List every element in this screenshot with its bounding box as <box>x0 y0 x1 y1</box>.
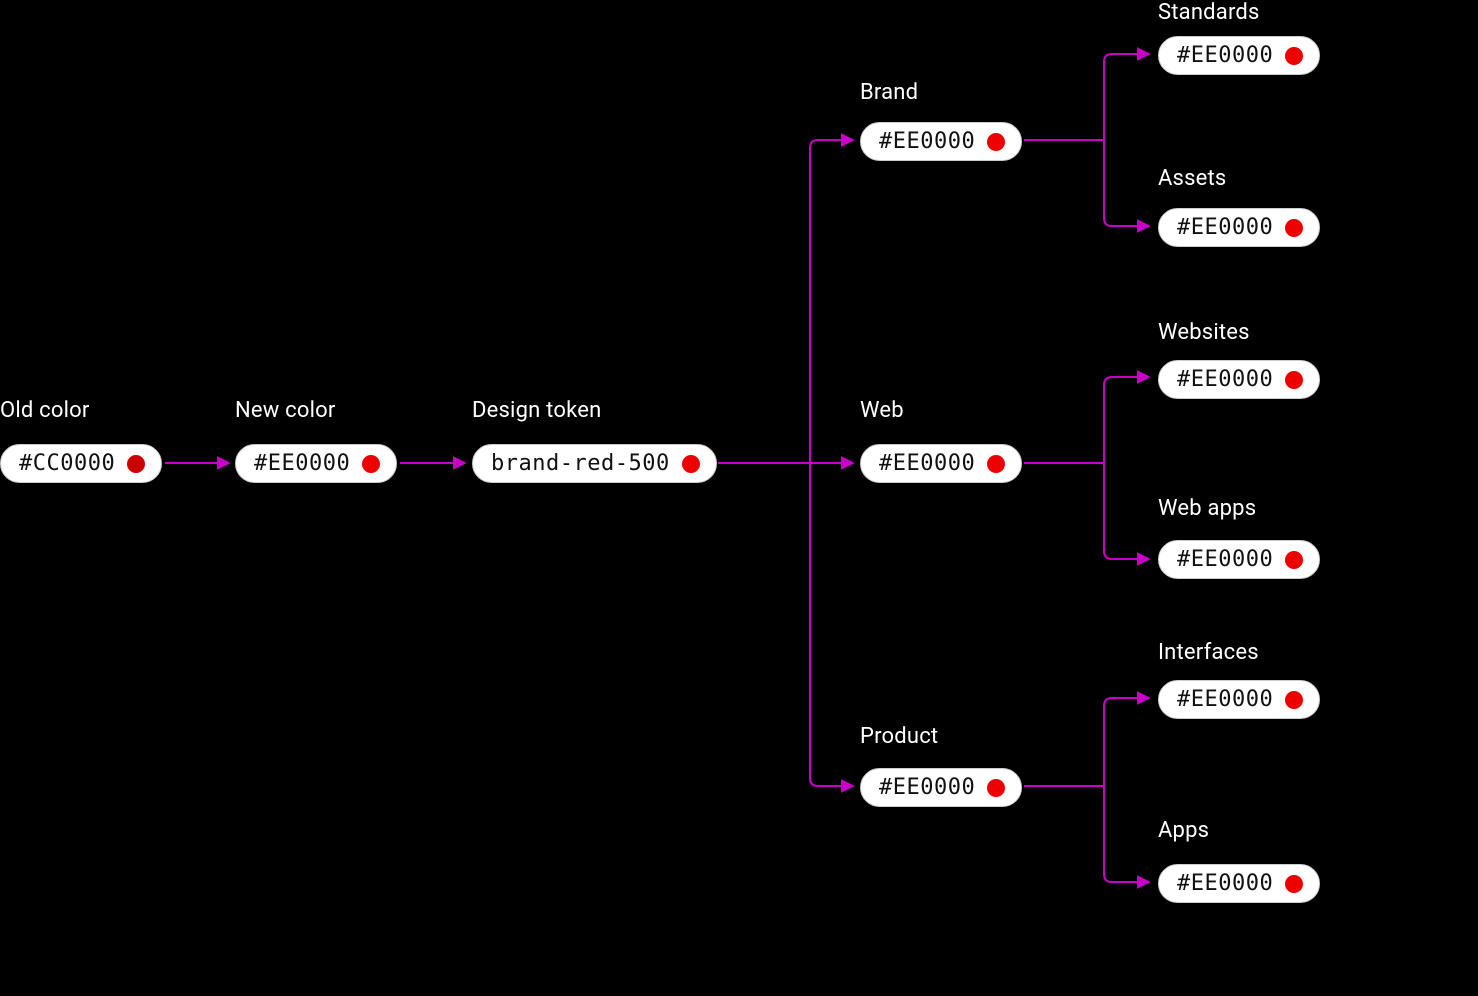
label-apps: Apps <box>1158 818 1209 843</box>
chip-assets: #EE0000 <box>1158 208 1320 247</box>
chip-interfaces: #EE0000 <box>1158 680 1320 719</box>
chip-apps: #EE0000 <box>1158 864 1320 903</box>
chip-product: #EE0000 <box>860 768 1022 807</box>
chip-old-color: #CC0000 <box>0 444 162 483</box>
chip-apps-text: #EE0000 <box>1177 871 1273 896</box>
chip-old-color-text: #CC0000 <box>19 451 115 476</box>
chip-standards: #EE0000 <box>1158 36 1320 75</box>
swatch-dot-product <box>987 779 1005 797</box>
label-design-token: Design token <box>472 398 601 423</box>
diagram-canvas: { "colors": { "old": "#CC0000", "new": "… <box>0 0 1478 996</box>
label-web-apps: Web apps <box>1158 496 1256 521</box>
swatch-dot-old <box>127 455 145 473</box>
label-standards: Standards <box>1158 0 1260 25</box>
label-old-color: Old color <box>0 398 90 423</box>
connector-lines <box>0 0 1478 996</box>
chip-product-text: #EE0000 <box>879 775 975 800</box>
swatch-dot-web-apps <box>1285 551 1303 569</box>
chip-websites-text: #EE0000 <box>1177 367 1273 392</box>
chip-standards-text: #EE0000 <box>1177 43 1273 68</box>
label-new-color: New color <box>235 398 336 423</box>
swatch-dot-interfaces <box>1285 691 1303 709</box>
chip-web: #EE0000 <box>860 444 1022 483</box>
chip-new-color-text: #EE0000 <box>254 451 350 476</box>
chip-assets-text: #EE0000 <box>1177 215 1273 240</box>
label-interfaces: Interfaces <box>1158 640 1259 665</box>
chip-design-token: brand-red-500 <box>472 444 717 483</box>
swatch-dot-web <box>987 455 1005 473</box>
chip-brand: #EE0000 <box>860 122 1022 161</box>
swatch-dot-websites <box>1285 371 1303 389</box>
swatch-dot-new <box>362 455 380 473</box>
swatch-dot-apps <box>1285 875 1303 893</box>
chip-design-token-text: brand-red-500 <box>491 451 670 476</box>
chip-websites: #EE0000 <box>1158 360 1320 399</box>
label-web: Web <box>860 398 904 423</box>
chip-interfaces-text: #EE0000 <box>1177 687 1273 712</box>
chip-web-apps-text: #EE0000 <box>1177 547 1273 572</box>
label-assets: Assets <box>1158 166 1226 191</box>
label-websites: Websites <box>1158 320 1250 345</box>
chip-web-apps: #EE0000 <box>1158 540 1320 579</box>
label-brand: Brand <box>860 80 918 105</box>
swatch-dot-brand <box>987 133 1005 151</box>
chip-web-text: #EE0000 <box>879 451 975 476</box>
swatch-dot-standards <box>1285 47 1303 65</box>
chip-new-color: #EE0000 <box>235 444 397 483</box>
label-product: Product <box>860 724 938 749</box>
chip-brand-text: #EE0000 <box>879 129 975 154</box>
swatch-dot-token <box>682 455 700 473</box>
swatch-dot-assets <box>1285 219 1303 237</box>
